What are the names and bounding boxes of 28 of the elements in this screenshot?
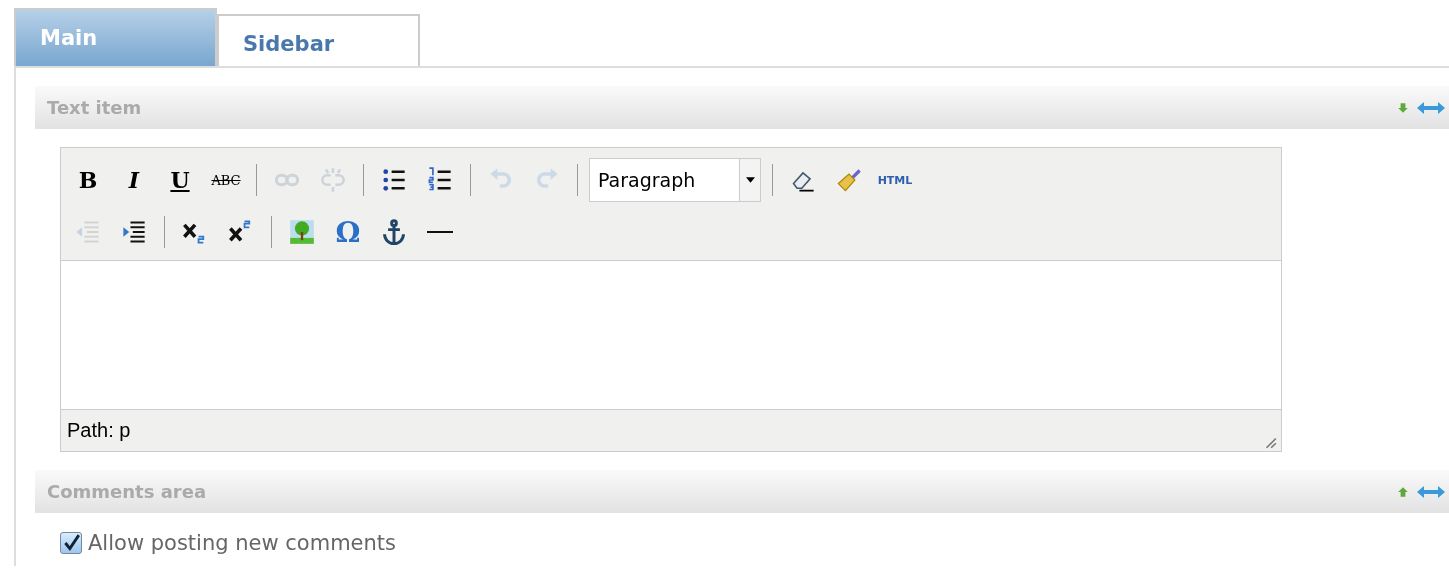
bold-button[interactable]: B (69, 162, 107, 198)
brush-icon (836, 167, 862, 193)
html-button[interactable]: HTML (876, 162, 914, 198)
strike-button[interactable]: ABC (207, 162, 245, 198)
indent-icon (121, 219, 147, 245)
anchor-icon (381, 219, 407, 245)
arrow-icon[interactable] (1397, 101, 1409, 114)
caret-icon (745, 177, 755, 183)
rule-icon (427, 231, 453, 233)
tab[interactable]: Sidebar (217, 14, 420, 66)
image-icon (289, 219, 315, 245)
format-dropdown[interactable]: Paragraph (589, 158, 761, 202)
underline-button[interactable]: U (161, 162, 199, 198)
element-path: Path: p (67, 419, 131, 442)
section-title: Text item (47, 97, 142, 118)
outdent-icon (75, 219, 101, 245)
checkbox[interactable] (60, 532, 82, 554)
checkbox-label[interactable]: Allow posting new comments (88, 531, 397, 555)
arrow-icon[interactable] (1397, 485, 1409, 498)
double-arrow-icon[interactable] (1417, 101, 1445, 114)
numbers-icon (427, 167, 453, 193)
omega-button[interactable]: Ω (329, 214, 367, 250)
bullets-icon (381, 167, 407, 193)
double-arrow-icon[interactable] (1417, 485, 1445, 498)
italic-button[interactable]: I (115, 162, 153, 198)
unlink-icon (320, 167, 346, 193)
section-title: Comments area (47, 481, 207, 502)
resize-handle-icon[interactable] (1263, 435, 1277, 449)
